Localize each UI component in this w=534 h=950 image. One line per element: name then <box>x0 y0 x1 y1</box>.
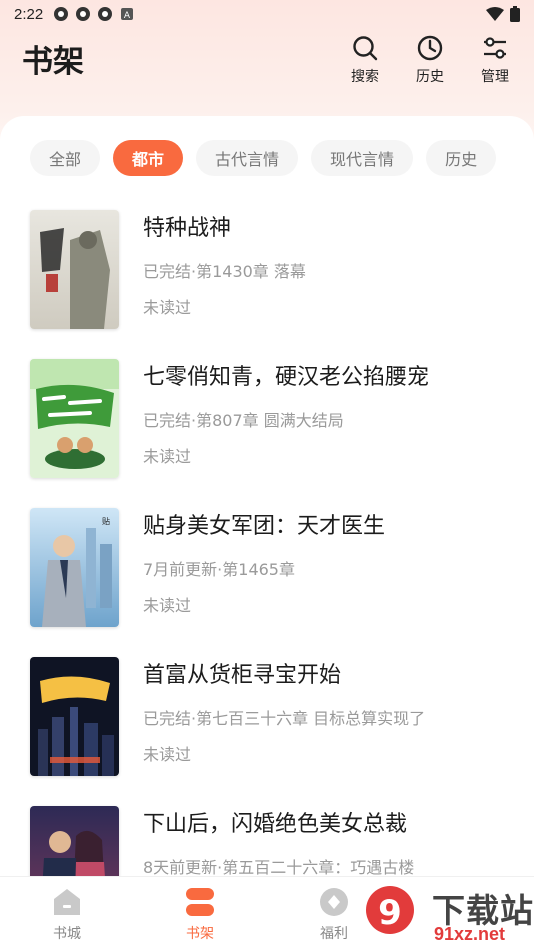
search-label: 搜索 <box>351 69 379 85</box>
book-title: 下山后，闪婚绝色美女总裁 <box>143 812 408 837</box>
nav-welfare-label: 福利 <box>320 926 348 942</box>
book-cover[interactable] <box>30 210 119 329</box>
history-label: 历史 <box>416 69 444 85</box>
store-icon <box>54 889 80 915</box>
tab-history[interactable]: 历史 <box>426 140 497 176</box>
book-status: 7月前更新·第1465章 <box>143 560 295 579</box>
book-title: 贴身美女军团：天才医生 <box>143 514 386 539</box>
book-status: 已完结·第七百三十六章 目标总算实现了 <box>143 709 426 728</box>
history-button[interactable]: 历史 <box>405 34 455 88</box>
status-time: 2:22 <box>14 5 44 23</box>
book-read-status: 未读过 <box>143 596 192 615</box>
book-item[interactable]: 首富从货柜寻宝开始 已完结·第七百三十六章 目标总算实现了 未读过 <box>0 657 534 805</box>
gift-icon <box>320 888 348 916</box>
tab-urban[interactable]: 都市 <box>113 140 184 176</box>
app-notification-icon <box>76 7 91 21</box>
app-notification-icon <box>54 7 69 21</box>
book-cover[interactable] <box>30 657 119 776</box>
search-icon <box>353 36 378 61</box>
page-title: 书架 <box>22 44 84 80</box>
app-notification-icon <box>98 7 113 21</box>
svg-text:9: 9 <box>378 893 402 933</box>
watermark-url: 91xz.net <box>434 924 506 944</box>
status-bar: 2:22 A <box>0 0 534 28</box>
book-title: 特种战神 <box>143 216 232 241</box>
watermark-logo: 9 <box>366 886 414 934</box>
search-button[interactable]: 搜索 <box>340 34 390 88</box>
tab-all[interactable]: 全部 <box>30 140 101 176</box>
nav-store[interactable]: 书城 <box>27 885 107 943</box>
header: 书架 搜索 历史 管理 <box>0 28 534 118</box>
book-cover[interactable]: 贴 <box>30 508 119 627</box>
manage-button[interactable]: 管理 <box>470 34 520 88</box>
nav-bookshelf[interactable]: 书架 <box>160 885 240 943</box>
bookshelf-panel: 全部 都市 古代言情 现代言情 历史 特种战神 已完结·第1430章 落幕 未读… <box>0 116 534 925</box>
tab-modern-romance[interactable]: 现代言情 <box>311 140 414 176</box>
book-item[interactable]: 七零俏知青，硬汉老公掐腰宠 已完结·第807章 圆满大结局 未读过 <box>0 359 534 507</box>
book-title: 七零俏知青，硬汉老公掐腰宠 <box>143 365 430 390</box>
book-status: 8天前更新·第五百二十六章：巧遇古楼 <box>143 858 415 877</box>
tab-ancient-romance[interactable]: 古代言情 <box>196 140 299 176</box>
book-read-status: 未读过 <box>143 298 192 317</box>
book-read-status: 未读过 <box>143 447 192 466</box>
book-read-status: 未读过 <box>143 745 192 764</box>
battery-icon <box>510 6 520 22</box>
watermark: 9 下载站 91xz.net <box>362 880 534 950</box>
sliders-icon <box>484 37 506 59</box>
book-status: 已完结·第1430章 落幕 <box>143 262 306 281</box>
book-cover[interactable] <box>30 359 119 478</box>
category-tabs: 全部 都市 古代言情 现代言情 历史 <box>30 140 497 176</box>
nav-store-label: 书城 <box>53 926 81 942</box>
svg-text:贴: 贴 <box>102 516 110 526</box>
manage-label: 管理 <box>481 69 509 85</box>
bookshelf-icon <box>186 888 214 916</box>
book-status: 已完结·第807章 圆满大结局 <box>143 411 344 430</box>
book-item[interactable]: 特种战神 已完结·第1430章 落幕 未读过 <box>0 210 534 358</box>
nav-bookshelf-label: 书架 <box>186 926 214 942</box>
book-title: 首富从货柜寻宝开始 <box>143 663 342 688</box>
svg-text:A: A <box>124 11 131 21</box>
book-item[interactable]: 贴 贴身美女军团：天才医生 7月前更新·第1465章 未读过 <box>0 508 534 656</box>
a-notification-icon: A <box>121 8 134 21</box>
wifi-icon <box>486 7 504 21</box>
clock-icon <box>417 35 443 61</box>
